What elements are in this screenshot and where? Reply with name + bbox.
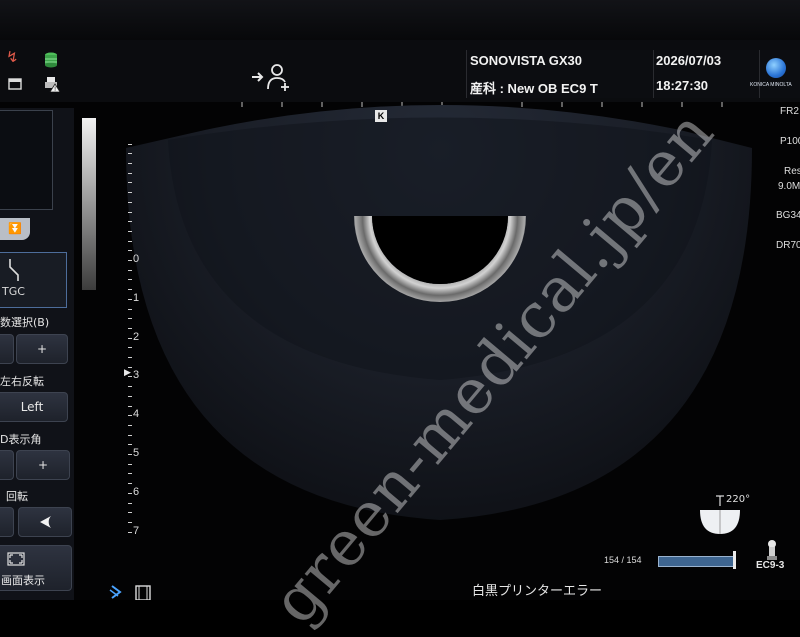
depth-tick xyxy=(128,269,132,271)
image-param: Res xyxy=(784,166,800,177)
probe-orientation-marker: K xyxy=(375,110,387,122)
depth-tick xyxy=(128,327,132,329)
depth-tick xyxy=(128,492,132,494)
depth-tick xyxy=(128,298,132,300)
depth-tick xyxy=(128,163,132,164)
depth-label: 0 xyxy=(133,253,140,265)
depth-tick xyxy=(128,153,132,155)
depth-tick xyxy=(128,337,132,339)
depth-tick xyxy=(128,192,132,194)
image-param: 9.0M xyxy=(778,181,800,192)
depth-tick xyxy=(128,250,132,252)
image-param: P100 xyxy=(780,136,800,147)
depth-tick xyxy=(128,405,132,407)
depth-scale: 0 1 2 3 4 5 6 7 xyxy=(118,120,148,540)
depth-tick xyxy=(128,483,132,485)
depth-tick xyxy=(128,230,132,232)
depth-tick xyxy=(128,143,132,145)
depth-tick xyxy=(128,463,132,465)
depth-tick xyxy=(128,182,132,184)
depth-label: 7 xyxy=(133,524,140,537)
cine-position-handle[interactable] xyxy=(733,551,736,569)
status-message: 白黒プリンターエラー xyxy=(472,584,603,599)
image-param: BG34 xyxy=(776,210,800,221)
depth-tick xyxy=(128,386,132,388)
depth-tick xyxy=(128,221,132,223)
depth-label: 3 xyxy=(133,369,140,382)
depth-label: 6 xyxy=(133,485,140,498)
cine-film-icon[interactable] xyxy=(135,585,151,600)
depth-label: 5 xyxy=(133,447,140,459)
probe-name[interactable]: EC9-3 xyxy=(756,560,784,571)
ultrasound-screen: ↯ ! SONOVISTA GX30 産科 : New OB EC9 T 202… xyxy=(0,0,800,637)
scan-angle-value: 220° xyxy=(726,494,751,505)
depth-tick xyxy=(128,444,132,446)
depth-tick xyxy=(128,502,132,504)
depth-tick xyxy=(128,240,132,242)
depth-tick xyxy=(128,454,132,455)
depth-tick xyxy=(128,531,132,533)
depth-tick xyxy=(128,424,132,426)
depth-tick xyxy=(128,260,132,261)
depth-tick xyxy=(128,318,132,320)
frame-counter: 154 / 154 xyxy=(604,555,642,565)
depth-tick xyxy=(128,172,132,174)
depth-label: 4 xyxy=(133,408,140,421)
depth-tick xyxy=(128,473,132,475)
probe-icon xyxy=(767,540,777,560)
depth-tick xyxy=(128,512,132,514)
depth-tick xyxy=(128,211,132,213)
focus-marker[interactable]: ▶ xyxy=(124,368,131,378)
probe-scan-icon[interactable] xyxy=(109,585,122,599)
image-param: DR70 xyxy=(776,240,800,251)
status-bar-icons xyxy=(109,585,151,600)
depth-tick xyxy=(128,308,132,310)
cine-scroll-bar[interactable] xyxy=(658,556,734,567)
depth-label: 1 xyxy=(133,291,140,304)
depth-tick xyxy=(128,289,132,291)
depth-tick xyxy=(128,201,132,203)
depth-tick xyxy=(128,415,132,417)
depth-tick xyxy=(128,434,132,436)
depth-tick xyxy=(128,279,132,281)
depth-tick xyxy=(128,357,132,358)
depth-label: 2 xyxy=(133,330,140,343)
depth-tick xyxy=(128,521,132,523)
image-param: FR2 xyxy=(780,106,799,117)
depth-tick xyxy=(128,347,132,349)
depth-tick xyxy=(128,395,132,397)
